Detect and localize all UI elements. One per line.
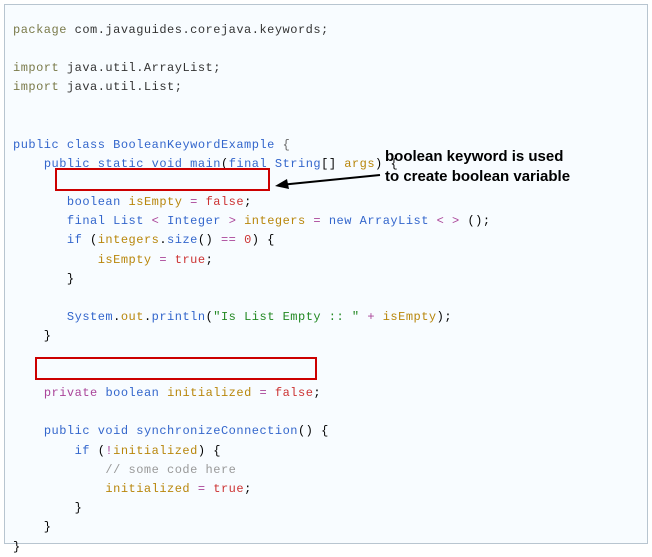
code-line-4: import java.util.List; [13, 78, 639, 97]
blank-line [13, 365, 639, 384]
annotation-text: boolean keyword is used to create boolea… [385, 147, 570, 186]
blank-line [13, 98, 639, 117]
annotation-line-2: to create boolean variable [385, 167, 570, 187]
blank-line [13, 40, 639, 59]
code-line-22: // some code here [13, 461, 639, 480]
code-line-25: } [13, 518, 639, 537]
blank-line [13, 289, 639, 308]
code-line-15: System.out.println("Is List Empty :: " +… [13, 308, 639, 327]
code-line-23: initialized = true; [13, 480, 639, 499]
annotation-line-1: boolean keyword is used [385, 147, 570, 167]
code-line-12: isEmpty = true; [13, 251, 639, 270]
code-line-21: if (!initialized) { [13, 442, 639, 461]
code-line-13: } [13, 270, 639, 289]
code-line-26: } [13, 538, 639, 557]
code-container: package com.javaguides.corejava.keywords… [4, 4, 648, 544]
code-line-3: import java.util.ArrayList; [13, 59, 639, 78]
code-line-18: private boolean initialized = false; [13, 384, 639, 403]
code-line-24: } [13, 499, 639, 518]
code-line-20: public void synchronizeConnection() { [13, 422, 639, 441]
blank-line [13, 117, 639, 136]
code-line-9: boolean isEmpty = false; [13, 193, 639, 212]
blank-line [13, 346, 639, 365]
blank-line [13, 403, 639, 422]
annotation-arrow [275, 170, 385, 190]
code-line-11: if (integers.size() == 0) { [13, 231, 639, 250]
code-line-16: } [13, 327, 639, 346]
code-line-1: package com.javaguides.corejava.keywords… [13, 21, 639, 40]
code-line-10: final List < Integer > integers = new Ar… [13, 212, 639, 231]
